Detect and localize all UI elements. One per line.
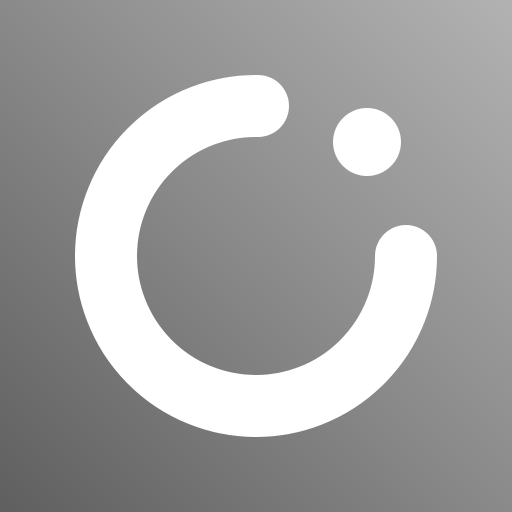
app-icon bbox=[0, 0, 512, 512]
dot-icon bbox=[333, 108, 401, 176]
app-icon-graphic bbox=[0, 0, 512, 512]
